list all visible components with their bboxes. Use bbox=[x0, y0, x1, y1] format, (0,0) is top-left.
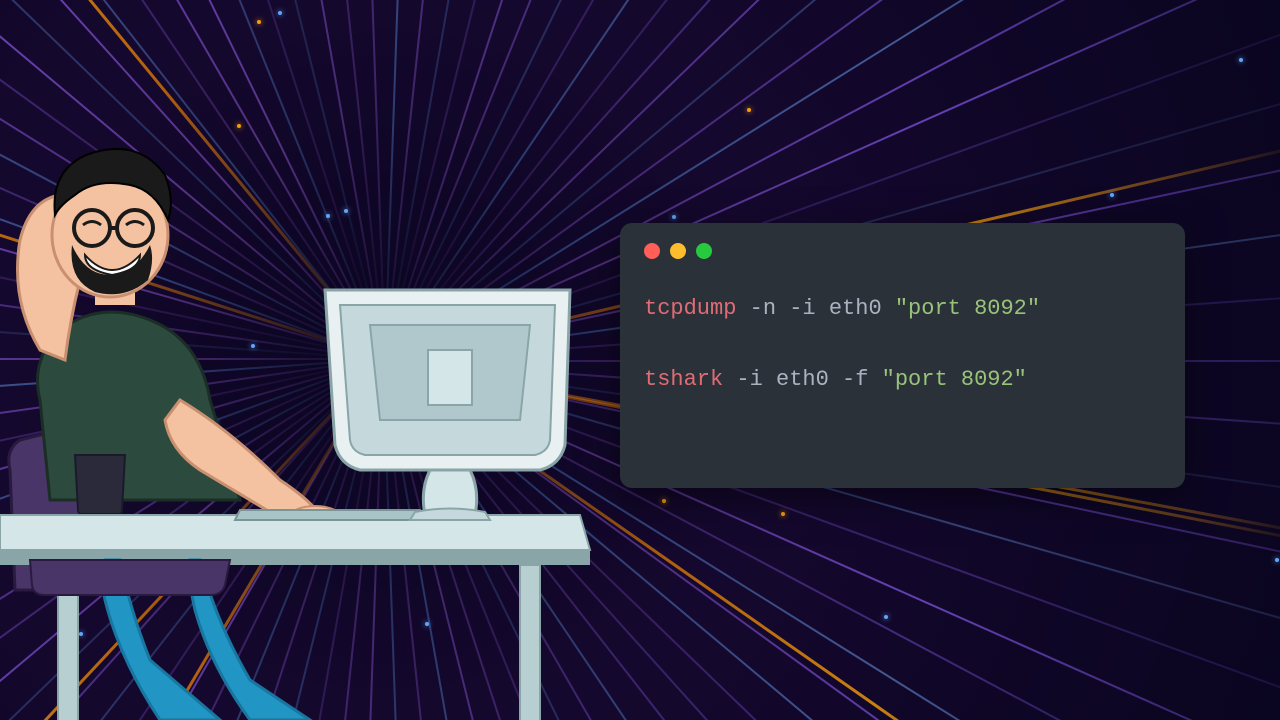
command-flag: -i bbox=[723, 367, 763, 392]
command-string: "port 8092" bbox=[882, 296, 1040, 321]
close-icon[interactable] bbox=[644, 243, 660, 259]
command-name: tshark bbox=[644, 367, 723, 392]
programmer-illustration bbox=[0, 120, 600, 720]
command-flag: -f bbox=[829, 367, 869, 392]
command-flag: -n bbox=[736, 296, 776, 321]
window-controls bbox=[644, 243, 1161, 259]
command-arg: eth0 bbox=[816, 296, 882, 321]
command-string: "port 8092" bbox=[868, 367, 1026, 392]
command-name: tcpdump bbox=[644, 296, 736, 321]
terminal-line-1: tcpdump -n -i eth0 "port 8092" bbox=[644, 294, 1161, 325]
terminal-line-2: tshark -i eth0 -f "port 8092" bbox=[644, 365, 1161, 396]
command-arg: eth0 bbox=[763, 367, 829, 392]
minimize-icon[interactable] bbox=[670, 243, 686, 259]
command-flag: -i bbox=[776, 296, 816, 321]
terminal-content: tcpdump -n -i eth0 "port 8092" tshark -i… bbox=[644, 294, 1161, 396]
maximize-icon[interactable] bbox=[696, 243, 712, 259]
terminal-window: tcpdump -n -i eth0 "port 8092" tshark -i… bbox=[620, 223, 1185, 488]
